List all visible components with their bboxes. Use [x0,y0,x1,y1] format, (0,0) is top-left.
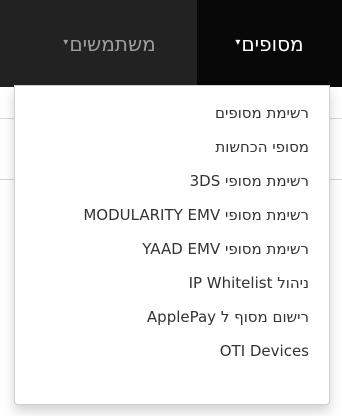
menu-item-ip-whitelist[interactable]: ניהול IP Whitelist [15,266,329,300]
menu-item-applepay-registration[interactable]: רישום מסוף ל ApplePay [15,300,329,334]
caret-down-icon: ▾ [235,37,241,48]
menu-item-yaad-emv-terminals[interactable]: רשימת מסופי YAAD EMV [15,232,329,266]
nav-terminals-dropdown[interactable]: מסופים ▾ [197,0,342,87]
top-navbar: מסופים ▾ משתמשים ▾ [0,0,342,87]
terminals-dropdown-menu: רשימת מסופים מסופי הכחשות רשימת מסופי 3D… [14,85,330,405]
nav-users-label: משתמשים [69,31,156,56]
menu-item-oti-devices[interactable]: OTI Devices [15,334,329,368]
menu-item-3ds-terminals[interactable]: רשימת מסופי 3DS [15,164,329,198]
nav-terminals-label: מסופים [241,31,304,56]
caret-down-icon: ▾ [63,37,69,48]
menu-item-denial-terminals[interactable]: מסופי הכחשות [15,130,329,164]
menu-item-modularity-emv-terminals[interactable]: רשימת מסופי MODULARITY EMV [15,198,329,232]
menu-item-terminals-list[interactable]: רשימת מסופים [15,96,329,130]
nav-users-dropdown[interactable]: משתמשים ▾ [22,0,197,87]
